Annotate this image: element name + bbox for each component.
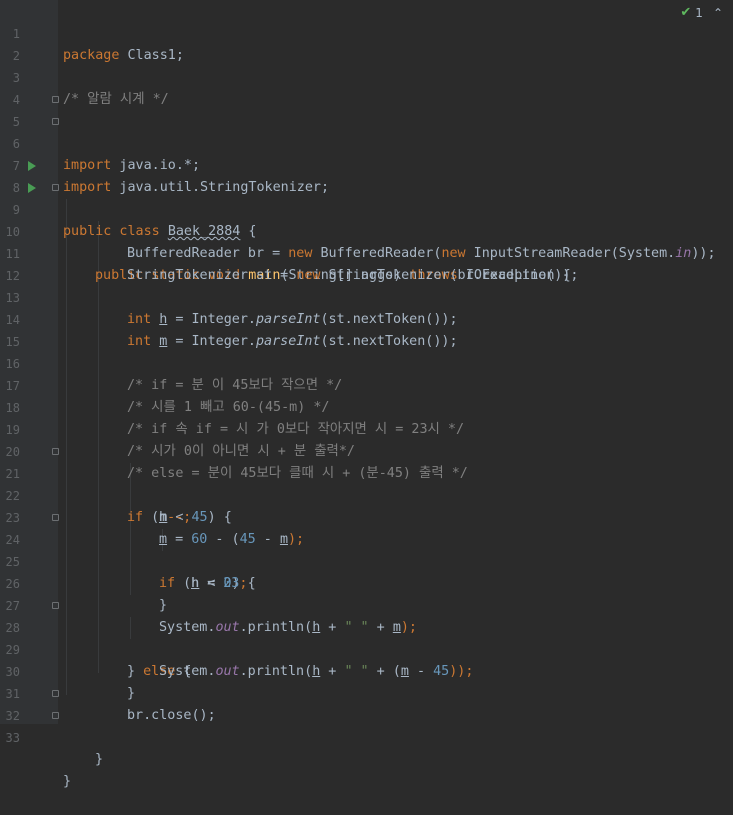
code-line: 10 BufferedReader br = new BufferedReade… bbox=[0, 199, 733, 261]
line-number: 33 bbox=[5, 731, 20, 745]
code-line: 9 public static void main(String[] args)… bbox=[0, 177, 733, 283]
code-line: 14 int m = Integer.parseInt(st.nextToken… bbox=[0, 287, 733, 349]
code-line: 1 package Class1; bbox=[0, 1, 733, 63]
code-line: 21 if (m < 45) { bbox=[0, 441, 733, 525]
code-line: 6 import java.util.StringTokenizer; bbox=[0, 111, 733, 195]
fold-icon[interactable] bbox=[52, 712, 59, 719]
code-line: 32 } bbox=[0, 683, 733, 767]
code-line: 2 bbox=[0, 23, 733, 63]
fold-icon[interactable] bbox=[52, 184, 59, 191]
code-text[interactable]: } bbox=[95, 749, 103, 771]
code-line: 24 if (h < 0) { bbox=[0, 507, 733, 591]
code-text[interactable]: } bbox=[63, 771, 71, 793]
code-line: 23 m = 60 - (45 - m); bbox=[0, 485, 733, 547]
code-editor[interactable]: ✔ 1 ⌃ 1 package Class1; 2 3 /* 알람 시계 */ … bbox=[0, 0, 733, 789]
code-line: 18 /* if 속 if = 시 가 0보다 작아지면 시 = 23시 */ bbox=[0, 375, 733, 437]
code-line: 15 bbox=[0, 309, 733, 349]
fold-icon[interactable] bbox=[52, 690, 59, 697]
code-line: 20 /* else = 분이 45보다 클때 시 + (분-45) 출력 */ bbox=[0, 419, 733, 481]
code-line: 13 int h = Integer.parseInt(st.nextToken… bbox=[0, 265, 733, 327]
code-line: 12 bbox=[0, 243, 733, 283]
fold-icon[interactable] bbox=[52, 118, 59, 125]
code-line: 25 h = 23; bbox=[0, 529, 733, 591]
code-line: 7 bbox=[0, 133, 733, 173]
code-line: 19 /* 시가 0이 아니면 시 + 분 출력*/ bbox=[0, 397, 733, 459]
code-line: 3 /* 알람 시계 */ bbox=[0, 45, 733, 107]
code-line: 31 br.close(); bbox=[0, 661, 733, 723]
code-line: 28 } else { bbox=[0, 595, 733, 679]
fold-icon[interactable] bbox=[52, 96, 59, 103]
code-line: 27 System.out.println(h + " " + m); bbox=[0, 573, 733, 635]
fold-icon[interactable] bbox=[52, 448, 59, 455]
code-line: 26 } bbox=[0, 551, 733, 613]
code-line: 8 public class Baek_2884 { bbox=[0, 155, 733, 239]
code-line: 4 bbox=[0, 67, 733, 107]
code-line: 29 System.out.println(h + " " + (m - 45)… bbox=[0, 617, 733, 679]
run-icon[interactable] bbox=[28, 183, 36, 193]
code-line: 11 StringTokenizer st = new StringTokeni… bbox=[0, 221, 733, 283]
run-icon[interactable] bbox=[28, 161, 36, 171]
code-line: 5 import java.io.*; bbox=[0, 89, 733, 173]
fold-icon[interactable] bbox=[52, 514, 59, 521]
code-lines: 1 package Class1; 2 3 /* 알람 시계 */ 4 5 im… bbox=[0, 1, 733, 789]
code-line: 17 /* 시를 1 빼고 60-(45-m) */ bbox=[0, 353, 733, 415]
code-line: 22 h--; bbox=[0, 463, 733, 525]
code-line: 30 } bbox=[0, 639, 733, 701]
fold-icon[interactable] bbox=[52, 602, 59, 609]
code-line: 16 /* if = 분 이 45보다 작으면 */ bbox=[0, 331, 733, 393]
